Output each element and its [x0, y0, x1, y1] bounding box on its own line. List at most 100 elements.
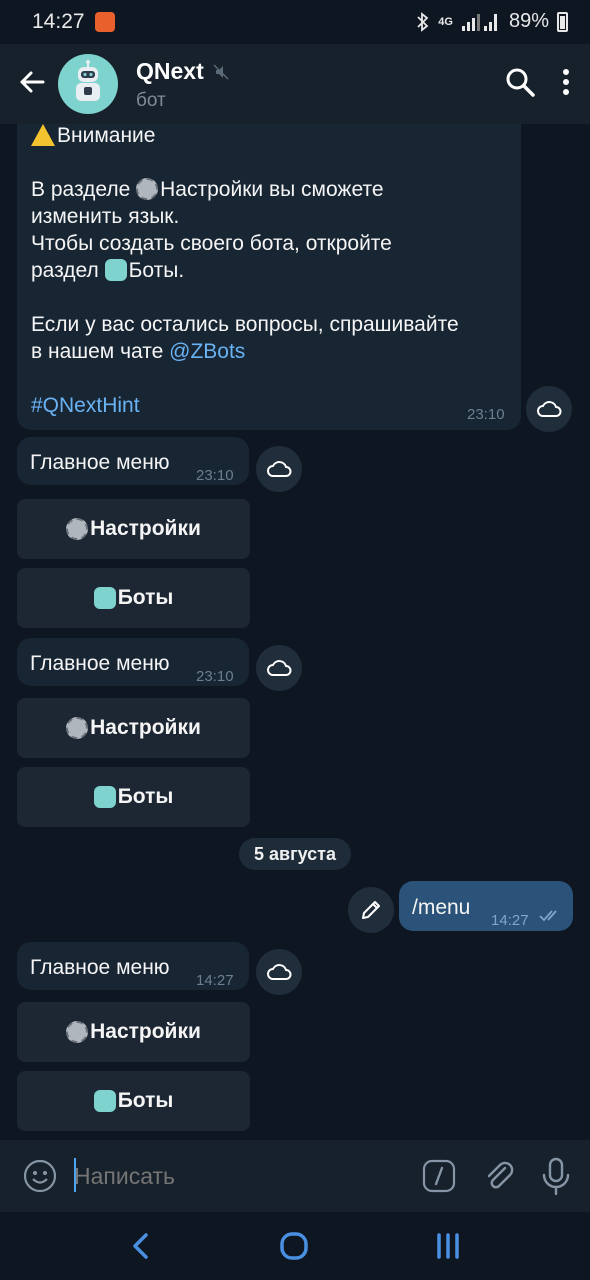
keyboard-button-bots[interactable]: Боты	[17, 568, 250, 628]
message-text: вы сможете	[263, 178, 384, 201]
gear-icon	[66, 1021, 89, 1043]
message-line: в нашем чате @ZBots	[31, 338, 245, 365]
message-time: 14:27	[196, 972, 234, 989]
message-text: Главное меню	[30, 652, 170, 675]
message-line: Чтобы создать своего бота, откройте	[31, 232, 392, 255]
message-line: изменить язык.	[31, 205, 180, 228]
message-line: Внимание	[31, 124, 155, 149]
arrow-left-icon	[20, 71, 45, 93]
date-separator: 5 августа	[239, 838, 351, 870]
chat-subtitle: бот	[136, 90, 166, 111]
message-bubble[interactable]: Главное меню 23:10	[17, 638, 249, 686]
recents-icon	[437, 1233, 459, 1259]
settings-reference: Настройки	[160, 178, 264, 201]
back-button[interactable]	[14, 64, 50, 100]
robot-icon	[104, 259, 127, 281]
nav-home-button[interactable]	[278, 1230, 310, 1267]
robot-icon	[93, 1090, 116, 1112]
warning-icon	[31, 124, 55, 146]
nav-back-button[interactable]	[126, 1230, 156, 1267]
gear-icon	[66, 717, 89, 739]
system-navigation-bar	[0, 1212, 590, 1280]
message-input[interactable]	[74, 1160, 394, 1192]
signal-icon	[461, 13, 497, 31]
button-label: Боты	[117, 586, 174, 609]
message-time: 23:10	[196, 668, 234, 685]
edit-button[interactable]	[348, 887, 394, 933]
battery-percent: 89%	[508, 10, 549, 32]
message-line: В разделе Настройки вы сможете	[31, 176, 384, 203]
pencil-icon	[362, 901, 380, 919]
chevron-left-icon	[133, 1233, 148, 1259]
double-check-icon	[539, 910, 557, 922]
network-type: 4G	[438, 15, 453, 28]
slash-command-icon	[422, 1159, 456, 1193]
message-list[interactable]: Внимание В разделе Настройки вы сможете …	[0, 124, 590, 1140]
save-to-cloud-button[interactable]	[256, 645, 302, 691]
message-line: Если у вас остались вопросы, спрашивайте	[31, 313, 459, 336]
message-text: /menu	[412, 896, 471, 919]
robot-icon	[93, 786, 116, 808]
gear-icon	[66, 518, 89, 540]
home-circle-icon	[280, 1232, 308, 1260]
save-to-cloud-button[interactable]	[256, 446, 302, 492]
hashtag-link[interactable]: #QNextHint	[31, 392, 140, 419]
keyboard-button-bots[interactable]: Боты	[17, 1071, 250, 1131]
button-label: Боты	[117, 1089, 174, 1112]
battery-icon	[557, 11, 568, 32]
message-composer	[0, 1140, 590, 1212]
warning-label: Внимание	[57, 124, 156, 147]
microphone-icon	[542, 1157, 570, 1196]
button-label: Боты	[117, 785, 174, 808]
status-bar: 14:27 4G 89%	[0, 0, 590, 44]
cloud-icon	[267, 964, 292, 980]
chat-title[interactable]: QNext	[136, 58, 204, 85]
chat-header: QNext бот	[0, 44, 590, 124]
avatar[interactable]	[58, 54, 118, 114]
emoji-button[interactable]	[22, 1158, 58, 1199]
message-time: 23:10	[196, 467, 234, 484]
muted-icon	[213, 64, 229, 80]
chat-link[interactable]: @ZBots	[169, 340, 245, 363]
button-label: Настройки	[90, 517, 201, 540]
nav-recents-button[interactable]	[432, 1230, 464, 1267]
bot-commands-button[interactable]	[421, 1158, 457, 1199]
button-label: Настройки	[90, 1020, 201, 1043]
cloud-icon	[267, 461, 292, 477]
status-indicators: 4G 89%	[416, 10, 568, 33]
attach-button[interactable]	[481, 1158, 517, 1199]
bluetooth-icon	[417, 11, 429, 32]
message-text: в нашем чате	[31, 340, 170, 363]
button-label: Настройки	[90, 716, 201, 739]
message-time: 14:27	[491, 912, 529, 929]
keyboard-button-bots[interactable]: Боты	[17, 767, 250, 827]
bots-reference: Боты	[128, 259, 179, 282]
message-bubble[interactable]: Главное меню 14:27	[17, 942, 249, 990]
search-icon	[506, 68, 535, 97]
message-text: В разделе	[31, 178, 137, 201]
app-notification-icon	[95, 12, 115, 32]
keyboard-button-settings[interactable]: Настройки	[17, 499, 250, 559]
message-text: Главное меню	[30, 956, 170, 979]
message-text: Главное меню	[30, 451, 170, 474]
voice-record-button[interactable]	[538, 1156, 574, 1201]
message-text: раздел	[31, 259, 105, 282]
robot-icon	[76, 60, 100, 101]
outgoing-message-bubble[interactable]: /menu 14:27	[399, 881, 573, 931]
more-vertical-icon	[563, 69, 569, 95]
save-to-cloud-button[interactable]	[526, 386, 572, 432]
message-text: .	[178, 259, 185, 282]
keyboard-button-settings[interactable]: Настройки	[17, 1002, 250, 1062]
more-options-button[interactable]	[552, 64, 580, 100]
cloud-icon	[267, 660, 292, 676]
keyboard-button-settings[interactable]: Настройки	[17, 698, 250, 758]
message-line: раздел Боты.	[31, 257, 184, 284]
cloud-icon	[537, 401, 562, 417]
robot-icon	[93, 587, 116, 609]
gear-icon	[136, 178, 159, 200]
message-bubble[interactable]: Внимание В разделе Настройки вы сможете …	[17, 124, 521, 430]
save-to-cloud-button[interactable]	[256, 949, 302, 995]
message-bubble[interactable]: Главное меню 23:10	[17, 437, 249, 485]
search-button[interactable]	[502, 64, 538, 100]
status-time: 14:27	[32, 10, 85, 33]
